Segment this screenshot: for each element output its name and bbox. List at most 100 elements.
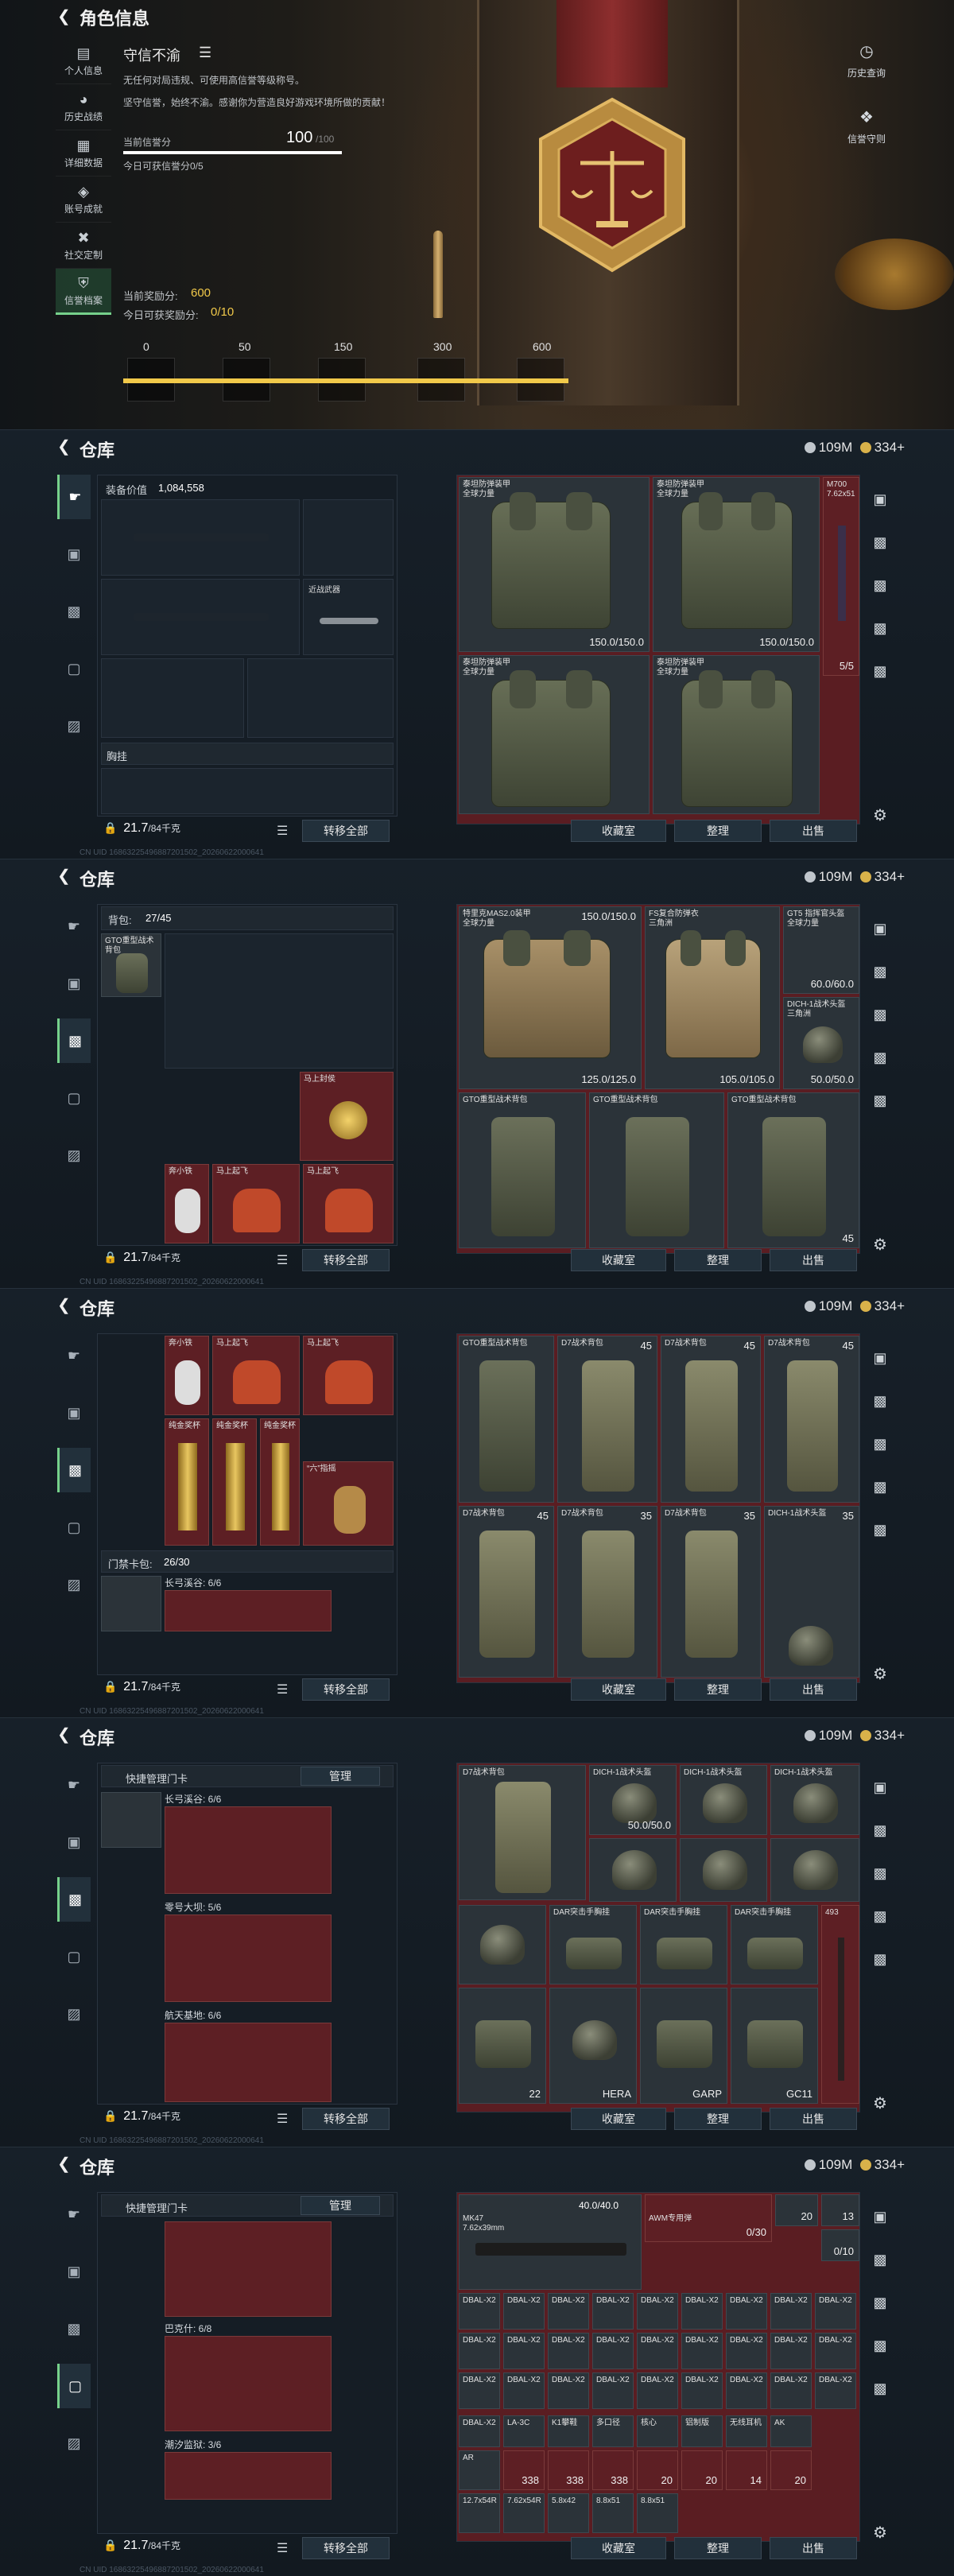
stash-item[interactable]: D7战术背包 [459,1765,586,1900]
stash-page-icon[interactable]: ▩ [867,2375,894,2402]
back-arrow-icon[interactable]: ❮ [57,2154,71,2174]
stash-item[interactable] [680,1838,767,1902]
stash-page-icon[interactable]: ▩ [867,2246,894,2273]
attachment-item[interactable]: DBAL-X2 [503,2293,545,2330]
collection-button[interactable]: 收藏室 [571,2537,666,2559]
stash-item[interactable]: 7.62x54R [503,2493,545,2533]
tab-cards[interactable]: ▢ [57,2364,91,2408]
tab-cards[interactable]: ▢ [57,1934,91,1979]
stash-page-icon[interactable]: ▩ [867,1473,894,1500]
tab-safe[interactable]: ▨ [57,2421,91,2465]
attachment-item[interactable]: DBAL-X2 [726,2293,767,2330]
stash-item[interactable]: GT5 指挥官头盔 全球力量 60.0/60.0 [783,906,859,994]
attachment-item[interactable]: DBAL-X2 [459,2333,500,2369]
stash-item[interactable]: GC11 [731,1988,818,2104]
backpack-item[interactable]: 马上起飞 [303,1336,394,1415]
stash-item[interactable]: 泰坦防弹装甲 全球力量 [459,655,650,814]
stash-item[interactable]: DICH-1战术头盔 三角洲 50.0/50.0 [783,997,859,1089]
card-pack-item[interactable] [101,1576,161,1631]
stash-item[interactable]: AWM专用弹 0/30 [645,2194,772,2242]
stash-page-icon[interactable]: ▩ [867,1516,894,1543]
attachment-item[interactable]: DBAL-X2 [503,2372,545,2409]
stash-page-icon[interactable]: ▩ [867,2332,894,2359]
tidy-button[interactable]: 整理 [674,1249,762,1271]
tab-backpack[interactable]: ▩ [57,1448,91,1492]
stash-item[interactable]: AR [459,2450,500,2490]
list-icon[interactable]: ☰ [199,45,211,61]
sidebar-item-data[interactable]: ▦ 详细数据 [56,130,111,177]
stash-item[interactable]: HERA [549,1988,637,2104]
stash-item[interactable]: D7战术背包 45 [459,1506,554,1678]
attachment-item[interactable]: DBAL-X2 [592,2333,634,2369]
backpack-item[interactable]: 纯金奖杯 [260,1418,300,1546]
gear-icon[interactable]: ⚙ [873,2093,887,2113]
stash-page-icon[interactable]: ▩ [867,958,894,985]
stash-item[interactable]: DICH-1战术头盔 [680,1765,767,1835]
tab-weapons[interactable]: ☛ [57,904,91,949]
stash-item[interactable]: 铝制版 [681,2415,723,2447]
stash-page-icon[interactable]: ▩ [867,1860,894,1887]
tab-backpack[interactable]: ▩ [57,1877,91,1922]
stash-item[interactable]: GTO重型战术背包 45 [727,1092,859,1248]
tab-armor[interactable]: ▣ [57,1391,91,1435]
stash-page-icon[interactable]: ▩ [867,1001,894,1028]
attachment-item[interactable]: DBAL-X2 [726,2372,767,2409]
backpack-empty-area[interactable] [165,933,394,1069]
attachment-item[interactable]: DBAL-X2 [770,2372,812,2409]
stash-item[interactable]: 20 [770,2450,812,2490]
tab-safe[interactable]: ▨ [57,1562,91,1607]
access-card-row[interactable] [165,2221,332,2317]
gear-icon[interactable]: ⚙ [873,805,887,825]
helmet-slot[interactable] [101,658,244,738]
sell-button[interactable]: 出售 [770,1678,857,1701]
stash-page-icon[interactable]: ▩ [867,572,894,599]
attachment-item[interactable]: DBAL-X2 [815,2293,856,2330]
tab-armor[interactable]: ▣ [57,961,91,1006]
list-icon[interactable]: ☰ [277,2540,288,2556]
tab-weapons[interactable]: ☛ [57,1763,91,1807]
tab-cards[interactable]: ▢ [57,1076,91,1120]
attachment-item[interactable]: DBAL-X2 [548,2372,589,2409]
transfer-all-button[interactable]: 转移全部 [302,820,390,842]
stash-item[interactable]: D7战术背包 45 [661,1336,761,1503]
stash-item[interactable] [459,1905,546,1984]
transfer-all-button[interactable]: 转移全部 [302,2108,390,2130]
attachment-item[interactable]: DBAL-X2 [770,2293,812,2330]
attachment-item[interactable]: DBAL-X2 [503,2333,545,2369]
gear-icon[interactable]: ⚙ [873,2523,887,2543]
stash-item[interactable]: 20 [775,2194,818,2226]
stash-item[interactable]: K1攀鞋 [548,2415,589,2447]
backpack-item[interactable]: 马上起飞 [212,1164,300,1243]
backpack-item[interactable]: 马上起飞 [303,1164,394,1243]
tab-safe[interactable]: ▨ [57,1992,91,2036]
stash-item[interactable]: D7战术背包 45 [764,1336,859,1503]
stash-item[interactable]: FS复合防弹衣 三角洲 105.0/105.0 [645,906,780,1089]
backpack-item[interactable]: 马上封侯 [300,1072,394,1161]
stash-item[interactable]: 22 [459,1988,546,2104]
attachment-item[interactable]: DBAL-X2 [681,2372,723,2409]
sidebar-item-history[interactable]: ◕ 历史战绩 [56,84,111,130]
access-card-row[interactable] [165,2336,332,2431]
safe-box-icon[interactable]: ▣ [867,915,894,942]
stash-item[interactable]: GTO重型战术背包 [589,1092,724,1248]
stash-item[interactable] [770,1838,859,1902]
list-icon[interactable]: ☰ [277,2111,288,2127]
list-icon[interactable]: ☰ [277,823,288,839]
stash-page-icon[interactable]: ▩ [867,1903,894,1930]
tidy-button[interactable]: 整理 [674,2537,762,2559]
attachment-item[interactable]: DBAL-X2 [592,2372,634,2409]
stash-item[interactable]: DBAL-X2 [459,2415,500,2447]
back-arrow-icon[interactable]: ❮ [57,436,71,456]
stash-item[interactable]: D7战术背包 35 [661,1506,761,1678]
sidebar-item-social[interactable]: ✖ 社交定制 [56,223,111,269]
stash-page-icon[interactable]: ▩ [867,658,894,685]
gear-icon[interactable]: ⚙ [873,1664,887,1684]
stash-item[interactable]: 5.8x42 [548,2493,589,2533]
primary-weapon-slot[interactable] [101,499,300,576]
access-card-row[interactable] [165,2023,332,2102]
stash-item[interactable]: MK47 7.62x39mm 40.0/40.0 [459,2194,642,2290]
attachment-item[interactable]: DBAL-X2 [637,2293,678,2330]
reputation-rules-button[interactable]: ❖ 信誉守则 [831,107,902,145]
sell-button[interactable]: 出售 [770,820,857,842]
stash-item[interactable]: 20 [681,2450,723,2490]
